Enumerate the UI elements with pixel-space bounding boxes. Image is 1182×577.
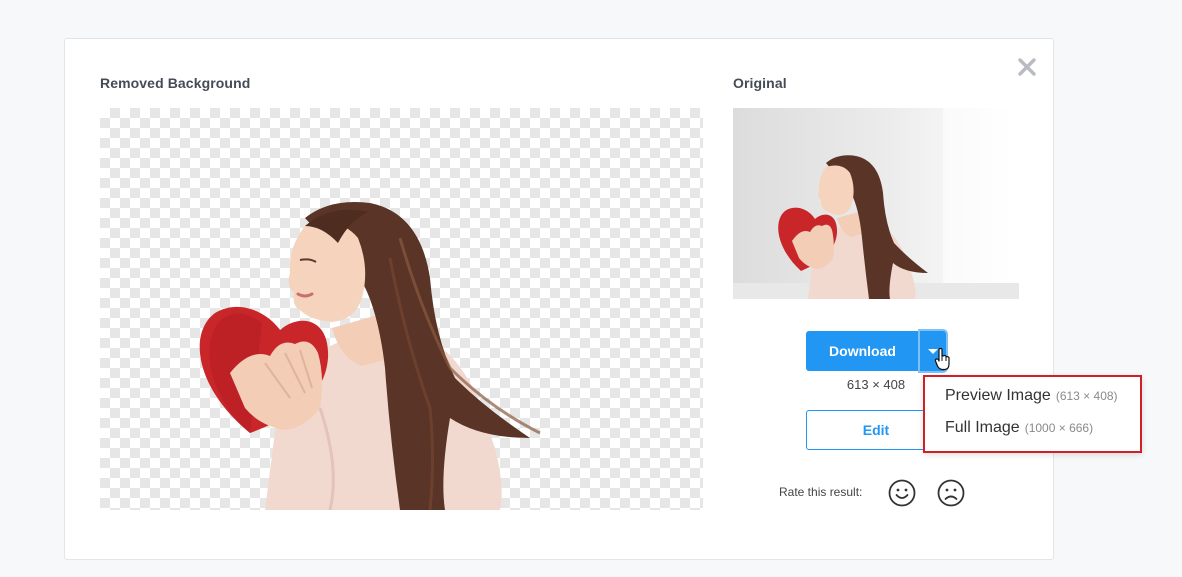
- download-options-menu: Preview Image (613 × 408) Full Image (10…: [923, 375, 1142, 453]
- close-button[interactable]: [1016, 56, 1038, 78]
- caret-down-icon: [928, 349, 938, 354]
- rate-result-label: Rate this result:: [779, 485, 863, 499]
- menu-item-preview-image[interactable]: Preview Image (613 × 408): [945, 387, 1118, 411]
- rate-negative-button[interactable]: [937, 479, 965, 507]
- menu-item-size: (613 × 408): [1055, 389, 1118, 403]
- removed-background-heading: Removed Background: [100, 75, 251, 91]
- rate-positive-button[interactable]: [888, 479, 916, 507]
- menu-item-label: Full Image: [945, 419, 1020, 436]
- download-button[interactable]: Download: [806, 331, 919, 371]
- menu-item-size: (1000 × 666): [1024, 421, 1094, 435]
- menu-item-full-image[interactable]: Full Image (1000 × 666): [945, 419, 1093, 443]
- original-heading: Original: [733, 75, 787, 91]
- download-options-toggle[interactable]: [920, 331, 946, 371]
- smile-face-icon: [888, 479, 916, 507]
- frown-face-icon: [937, 479, 965, 507]
- original-image: [733, 108, 1019, 299]
- close-icon: [1018, 58, 1036, 76]
- menu-item-label: Preview Image: [945, 387, 1051, 404]
- original-photo-illustration: [733, 108, 1019, 299]
- cutout-person-illustration: [199, 202, 541, 510]
- removed-background-image: [100, 108, 703, 510]
